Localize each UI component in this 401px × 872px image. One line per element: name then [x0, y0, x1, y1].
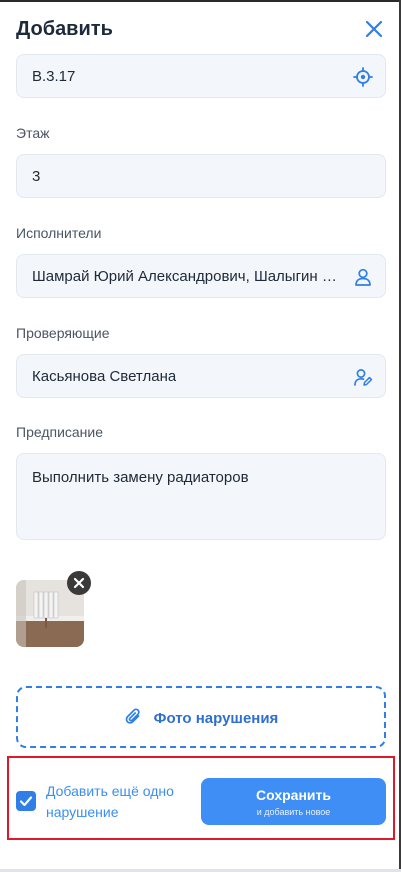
paperclip-icon — [125, 708, 140, 724]
close-icon[interactable] — [363, 18, 385, 40]
remove-photo-icon[interactable] — [67, 571, 91, 595]
target-icon[interactable] — [353, 67, 373, 87]
inspectors-value: Касьянова Светлана — [32, 368, 177, 385]
executors-label: Исполнители — [16, 225, 102, 241]
window-top-border — [0, 0, 401, 2]
user-edit-icon[interactable] — [353, 367, 373, 387]
save-and-add-button[interactable]: Сохранить и добавить новое — [201, 778, 386, 825]
add-another-checkbox[interactable] — [16, 791, 36, 811]
location-field[interactable]: В.3.17 — [16, 54, 386, 98]
user-icon[interactable] — [353, 267, 373, 287]
floor-label: Этаж — [16, 125, 50, 141]
save-button-sublabel: и добавить новое — [256, 807, 331, 817]
prescription-textarea[interactable]: Выполнить замену радиаторов — [16, 453, 386, 540]
add-photo-button[interactable]: Фото нарушения — [16, 686, 386, 748]
dialog-title: Добавить — [16, 18, 113, 40]
checkmark-icon — [19, 796, 33, 807]
prescription-label: Предписание — [16, 424, 104, 440]
executors-value: Шамрай Юрий Александрович, Шалыгин Серге… — [32, 268, 342, 285]
floor-field[interactable]: 3 — [16, 154, 386, 198]
location-value: В.3.17 — [32, 68, 76, 85]
save-button-label: Сохранить — [256, 787, 331, 803]
add-another-label[interactable]: Добавить ещё одно нарушение — [46, 781, 196, 823]
inspectors-label: Проверяющие — [16, 325, 110, 341]
add-photo-label: Фото нарушения — [153, 710, 279, 727]
floor-value: 3 — [32, 168, 41, 185]
executors-field[interactable]: Шамрай Юрий Александрович, Шалыгин Серге… — [16, 254, 386, 298]
inspectors-field[interactable]: Касьянова Светлана — [16, 354, 386, 398]
prescription-value: Выполнить замену радиаторов — [32, 469, 249, 486]
